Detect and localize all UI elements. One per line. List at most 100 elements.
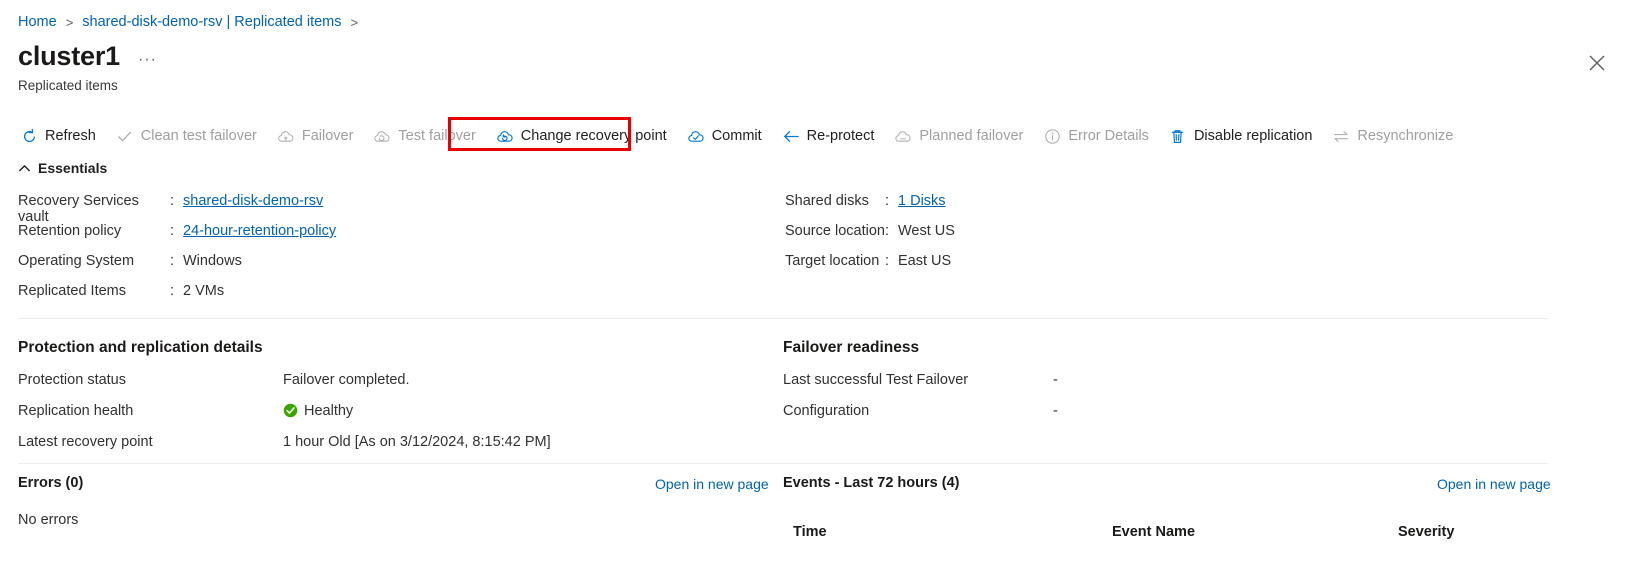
essentials-row: Recovery Services vault : shared-disk-de… <box>18 193 336 225</box>
retention-policy-link[interactable]: 24-hour-retention-policy <box>183 223 336 239</box>
toolbar-label: Clean test failover <box>140 128 257 144</box>
errors-panel-title: Errors (0) <box>18 475 84 491</box>
source-location-value: West US <box>898 223 955 239</box>
protection-details-list: Protection status Failover completed. Re… <box>18 364 551 457</box>
title-row: cluster1 ··· <box>18 41 161 72</box>
shared-disks-link[interactable]: 1 Disks <box>898 193 946 209</box>
toolbar-label: Failover <box>301 128 354 144</box>
essentials-colon: : <box>885 223 890 239</box>
breadcrumb-item-home[interactable]: Home <box>18 14 57 30</box>
toolbar-failover-button[interactable]: Failover <box>275 124 364 148</box>
protection-details-title: Protection and replication details <box>18 339 263 356</box>
trash-icon <box>1169 127 1187 145</box>
last-successful-test-failover-value: - <box>1053 371 1058 388</box>
target-location-value: East US <box>898 253 952 269</box>
failover-readiness-list: Last successful Test Failover - Configur… <box>783 364 1058 426</box>
essentials-key: Shared disks <box>785 193 869 209</box>
toolbar-error-details-button[interactable]: Error Details <box>1041 124 1159 148</box>
section-divider <box>18 318 1548 319</box>
events-column-header-severity[interactable]: Severity <box>1398 524 1454 540</box>
cloud-test-failover-icon <box>373 127 391 145</box>
essentials-row: Operating System : Windows <box>18 253 336 283</box>
toolbar-test-failover-button[interactable]: Test failover <box>371 124 485 148</box>
latest-recovery-point-value: 1 hour Old [As on 3/12/2024, 8:15:42 PM] <box>283 433 551 450</box>
toolbar-re-protect-button[interactable]: Re-protect <box>780 124 885 148</box>
section-divider <box>18 463 1548 464</box>
toolbar-label: Commit <box>711 128 762 144</box>
checkmark-icon <box>116 127 134 145</box>
replication-health-value: Healthy <box>283 403 353 419</box>
essentials-toggle[interactable]: Essentials <box>18 160 107 176</box>
errors-open-in-new-page-link[interactable]: Open in new page <box>655 476 769 492</box>
essentials-label: Essentials <box>38 160 108 176</box>
toolbar-clean-test-failover-button[interactable]: Clean test failover <box>114 124 267 148</box>
configuration-value: - <box>1053 402 1058 419</box>
events-panel-title: Events - Last 72 hours (4) <box>783 475 960 491</box>
essentials-row: Source location : West US <box>785 223 955 253</box>
detail-row: Protection status Failover completed. <box>18 364 551 395</box>
detail-key: Replication health <box>18 402 134 419</box>
breadcrumb-item-vault[interactable]: shared-disk-demo-rsv | Replicated items <box>82 14 341 30</box>
toolbar-change-recovery-point-button[interactable]: Change recovery point <box>494 124 677 148</box>
essentials-colon: : <box>885 193 890 209</box>
essentials-colon: : <box>170 253 175 269</box>
info-circle-icon <box>1043 127 1061 145</box>
breadcrumb: Home > shared-disk-demo-rsv | Replicated… <box>18 14 358 30</box>
page-title: cluster1 <box>18 41 120 71</box>
events-open-in-new-page-link[interactable]: Open in new page <box>1437 476 1551 492</box>
essentials-left-column: Recovery Services vault : shared-disk-de… <box>18 193 336 313</box>
toolbar-label: Change recovery point <box>520 128 667 144</box>
toolbar-commit-button[interactable]: Commit <box>685 124 772 148</box>
arrow-left-icon <box>782 127 800 145</box>
essentials-colon: : <box>170 283 175 299</box>
cloud-failover-icon <box>277 127 295 145</box>
essentials-key: Source location <box>785 223 885 239</box>
toolbar-label: Resynchronize <box>1357 128 1454 144</box>
cloud-check-icon <box>687 127 705 145</box>
toolbar-refresh-button[interactable]: Refresh <box>18 124 106 148</box>
toolbar-resynchronize-button[interactable]: Resynchronize <box>1330 124 1463 148</box>
close-icon[interactable] <box>1584 50 1610 76</box>
detail-key: Last successful Test Failover <box>783 371 969 388</box>
essentials-right-column: Shared disks : 1 Disks Source location :… <box>785 193 955 283</box>
events-column-header-time[interactable]: Time <box>793 524 827 540</box>
essentials-row: Replicated Items : 2 VMs <box>18 283 336 313</box>
toolbar-label: Planned failover <box>919 128 1024 144</box>
essentials-colon: : <box>170 223 175 239</box>
essentials-colon: : <box>885 253 890 269</box>
essentials-row: Target location : East US <box>785 253 955 283</box>
events-column-header-event-name[interactable]: Event Name <box>1112 524 1195 540</box>
detail-key: Configuration <box>783 402 870 419</box>
detail-key: Protection status <box>18 371 126 388</box>
essentials-row: Retention policy : 24-hour-retention-pol… <box>18 223 336 253</box>
toolbar-label: Refresh <box>45 128 96 144</box>
failover-readiness-title: Failover readiness <box>783 339 920 356</box>
more-options-button[interactable]: ··· <box>134 49 161 71</box>
toolbar-label: Disable replication <box>1193 128 1313 144</box>
cloud-recovery-point-icon <box>496 127 514 145</box>
errors-empty-message: No errors <box>18 512 79 528</box>
sync-arrows-icon <box>1332 127 1350 145</box>
chevron-up-icon <box>18 162 31 175</box>
detail-row: Last successful Test Failover - <box>783 364 1058 395</box>
detail-key: Latest recovery point <box>18 433 153 450</box>
essentials-row: Shared disks : 1 Disks <box>785 193 955 223</box>
recovery-services-vault-link[interactable]: shared-disk-demo-rsv <box>183 193 323 209</box>
essentials-key: Recovery Services vault <box>18 193 139 225</box>
detail-row: Configuration - <box>783 395 1058 426</box>
replication-health-text: Healthy <box>304 402 354 419</box>
toolbar-disable-replication-button[interactable]: Disable replication <box>1167 124 1322 148</box>
toolbar-planned-failover-button[interactable]: Planned failover <box>892 124 1033 148</box>
toolbar-label: Error Details <box>1068 128 1149 144</box>
cloud-planned-failover-icon <box>894 127 912 145</box>
toolbar-label: Re-protect <box>806 128 875 144</box>
detail-row: Replication health Healthy <box>18 395 551 426</box>
toolbar-label: Test failover <box>398 128 476 144</box>
replicated-items-value: 2 VMs <box>183 283 225 299</box>
essentials-key: Retention policy <box>18 223 122 239</box>
essentials-colon: : <box>170 193 175 209</box>
essentials-key: Target location <box>785 253 880 269</box>
operating-system-value: Windows <box>183 253 242 269</box>
essentials-key: Operating System <box>18 253 135 269</box>
essentials-key: Replicated Items <box>18 283 126 299</box>
